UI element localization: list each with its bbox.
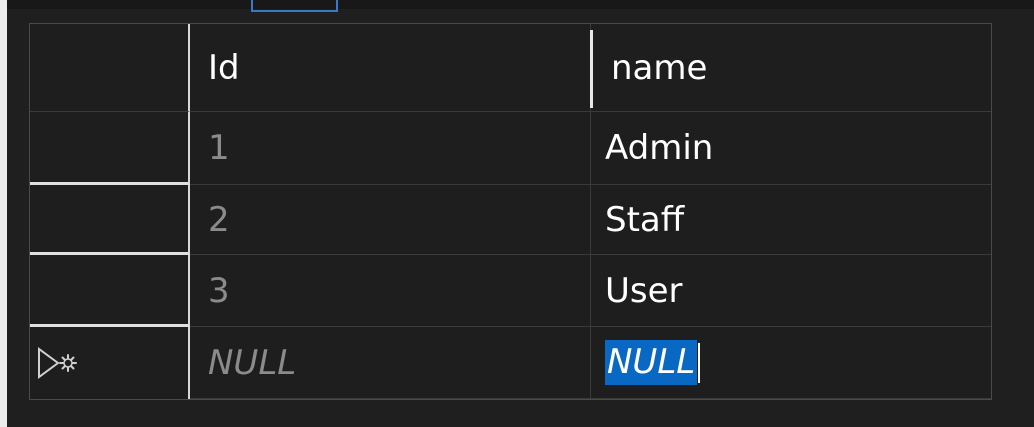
cell-id-value: 1	[208, 128, 230, 168]
active-tab-indicator[interactable]	[251, 0, 338, 12]
cell-name-value: Admin	[605, 128, 714, 168]
text-caret	[698, 342, 701, 383]
column-header-name[interactable]: name	[591, 24, 991, 112]
cell-name-new-editing[interactable]: NULL	[591, 327, 991, 399]
column-header-name-label: name	[611, 47, 708, 88]
table-row[interactable]: 3 User	[30, 255, 991, 327]
grid-footer	[7, 410, 1034, 427]
cell-name-value: Staff	[605, 199, 685, 240]
cell-id[interactable]: 1	[190, 112, 591, 185]
results-grid-window: Id name 1 Admin 2 Staff 3 User NULL NULL	[0, 0, 1034, 427]
row-selector[interactable]	[30, 255, 190, 327]
cell-id-value: 3	[208, 270, 230, 311]
cell-name[interactable]: Staff	[591, 185, 991, 255]
toolbar-strip	[7, 0, 1034, 9]
cell-id-value: 2	[208, 199, 230, 240]
header-row: Id name	[30, 24, 991, 112]
column-header-id[interactable]: Id	[190, 24, 591, 112]
table-row[interactable]: 2 Staff	[30, 185, 991, 255]
cell-id-new[interactable]: NULL	[190, 327, 591, 399]
column-resize-handle[interactable]	[590, 30, 593, 108]
cell-name-value: User	[605, 270, 683, 311]
new-row-pencil-asterisk-icon	[38, 347, 77, 379]
data-grid[interactable]: Id name 1 Admin 2 Staff 3 User NULL NULL	[29, 23, 992, 400]
column-header-id-label: Id	[208, 47, 240, 88]
row-selector[interactable]	[30, 112, 190, 185]
cell-name[interactable]: Admin	[591, 112, 991, 185]
cell-id[interactable]: 3	[190, 255, 591, 327]
table-row[interactable]: 1 Admin	[30, 112, 991, 185]
window-left-edge	[0, 0, 7, 427]
new-row-selector[interactable]	[30, 327, 190, 399]
cell-id-null-value: NULL	[208, 342, 297, 383]
cell-name-null-selected-text[interactable]: NULL	[605, 340, 698, 385]
cell-name[interactable]: User	[591, 255, 991, 327]
header-select-all-cell[interactable]	[30, 24, 190, 112]
row-selector[interactable]	[30, 185, 190, 255]
cell-id[interactable]: 2	[190, 185, 591, 255]
new-row[interactable]: NULL NULL	[30, 327, 991, 399]
